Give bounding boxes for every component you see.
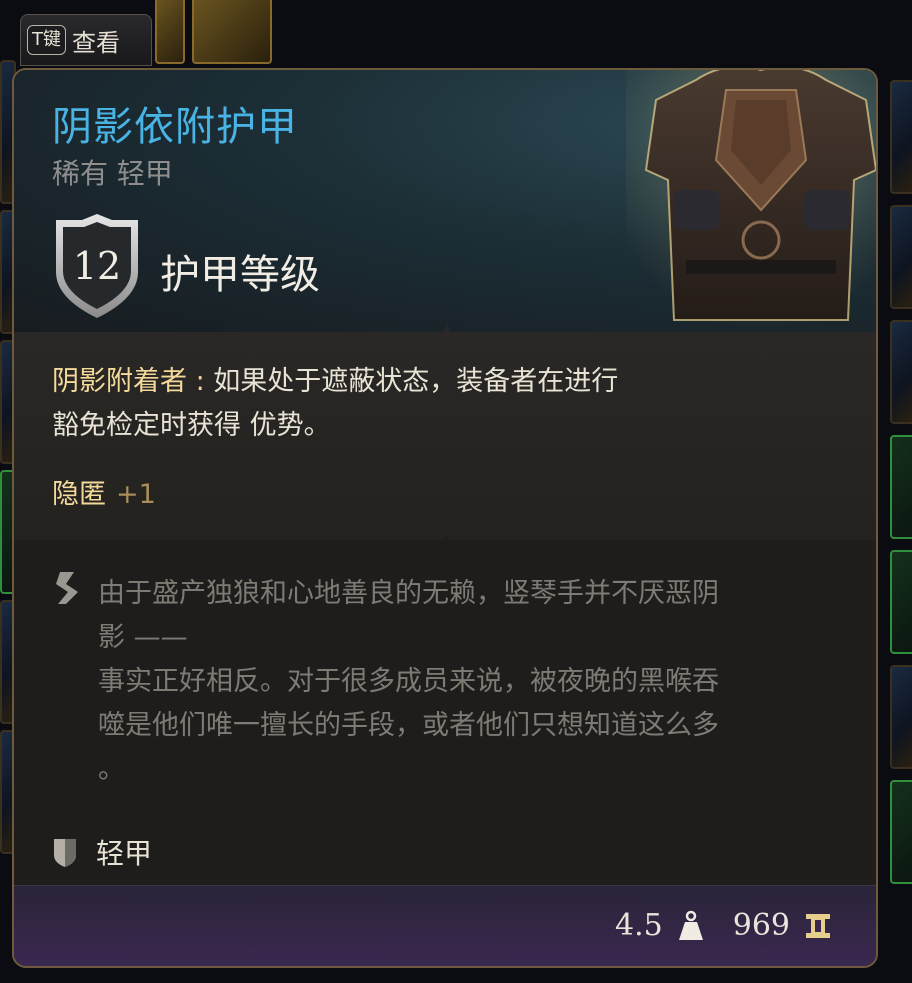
lore-line: 。: [98, 754, 125, 785]
inventory-slot: [890, 435, 912, 539]
item-rarity-type: 稀有 轻甲: [52, 157, 173, 190]
inventory-slot: [890, 320, 912, 424]
lore-quill-icon: [56, 572, 78, 604]
passive-description-line2: 豁免检定时获得 优势。: [52, 410, 331, 441]
passive-effect: 阴影附着者 : 如果处于遮蔽状态，装备者在进行: [52, 360, 618, 404]
inventory-slot: [890, 550, 912, 654]
lore-line: 由于盛产独狼和心地善良的无赖，竖琴手并不厌恶阴: [98, 578, 719, 609]
stealth-bonus: 隐匿 +1: [52, 472, 156, 511]
stealth-value: +1: [116, 479, 156, 510]
inspect-hint-button[interactable]: T键 查看: [20, 14, 152, 66]
lore-text: 由于盛产独狼和心地善良的无赖，竖琴手并不厌恶阴 影 —— 事实正好相反。对于很多…: [98, 572, 848, 792]
light-armor-icon: [54, 839, 76, 867]
weight-value: 4.5: [615, 908, 663, 943]
item-stats: 4.5 969: [615, 908, 832, 943]
armor-class-value: 12: [72, 244, 122, 288]
stealth-label: 隐匿: [52, 479, 106, 510]
lore-section: 由于盛产独狼和心地善良的无赖，竖琴手并不厌恶阴 影 —— 事实正好相反。对于很多…: [14, 540, 876, 890]
item-name: 阴影依附护甲: [52, 104, 298, 150]
inspect-label: 查看: [72, 28, 120, 57]
passive-description-line1: 如果处于遮蔽状态，装备者在进行: [204, 366, 619, 397]
inventory-slot: [890, 80, 912, 194]
hotkey-badge: T键: [27, 25, 66, 55]
item-effects-section: 阴影附着者 : 如果处于遮蔽状态，装备者在进行 豁免检定时获得 优势。 隐匿 +1: [14, 332, 876, 540]
price-value: 969: [732, 908, 790, 943]
armor-type-row: 轻甲: [52, 832, 152, 872]
inventory-slot: [890, 665, 912, 769]
leather-armor-icon: [626, 70, 876, 330]
item-tooltip-panel: 阴影依附护甲 稀有 轻甲 12 护甲等级 阴影附着者: 如果处于遮蔽状态，装备…: [12, 68, 878, 968]
weight-icon: [678, 910, 703, 940]
passive-name: 阴影附着者 :: [52, 366, 205, 397]
inventory-slot: [890, 205, 912, 309]
tooltip-footer: 4.5 969: [14, 885, 876, 966]
armor-class-label: 护甲等级: [160, 252, 320, 298]
lore-line: 影 ——: [98, 622, 188, 653]
inventory-slot: [155, 0, 185, 64]
inventory-slot: [192, 0, 272, 64]
inventory-slot: [890, 780, 912, 884]
gold-coin-icon: [806, 913, 830, 938]
armor-type-label: 轻甲: [96, 837, 153, 870]
lore-line: 事实正好相反。对于很多成员来说，被夜晚的黑喉吞: [98, 666, 719, 697]
lore-line: 噬是他们唯一擅长的手段，或者他们只想知道这么多: [98, 710, 719, 741]
